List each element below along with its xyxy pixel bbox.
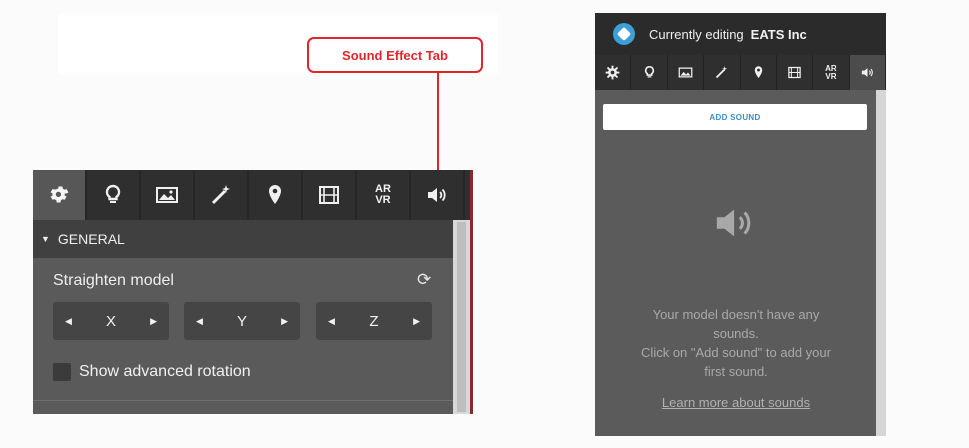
tab-ar-vr[interactable]: AR VR xyxy=(357,170,411,220)
general-section-title: GENERAL xyxy=(57,231,125,247)
ar-vr-icon: AR VR xyxy=(375,184,391,206)
left-editor-panel: AR VR ▼ GENERAL Straighten model ⟳ ◀ X ▶… xyxy=(33,170,473,414)
no-sounds-line-2: sounds. xyxy=(713,326,759,341)
caret-down-icon: ▼ xyxy=(41,234,50,244)
x-increase-arrow-icon[interactable]: ▶ xyxy=(150,316,157,327)
advanced-rotation-checkbox[interactable] xyxy=(53,363,71,381)
axis-y-label: Y xyxy=(236,312,247,330)
general-section-header[interactable]: ▼ GENERAL xyxy=(33,220,453,258)
speaker-icon xyxy=(428,188,446,202)
y-decrease-arrow-icon[interactable]: ◀ xyxy=(196,316,203,327)
sound-effect-tab-callout: Sound Effect Tab xyxy=(307,37,483,73)
film-icon xyxy=(319,186,339,204)
tab-animation[interactable] xyxy=(303,170,357,220)
no-sounds-message: Your model doesn't have any sounds. Clic… xyxy=(611,305,861,381)
axis-x-label: X xyxy=(105,312,116,330)
callout-pointer-line xyxy=(437,73,439,179)
tab-background[interactable] xyxy=(141,170,195,220)
axis-x-control: ◀ X ▶ xyxy=(53,302,169,340)
z-increase-arrow-icon[interactable]: ▶ xyxy=(413,316,420,327)
z-decrease-arrow-icon[interactable]: ◀ xyxy=(328,316,335,327)
lightbulb-icon xyxy=(644,66,654,78)
tab-sound[interactable] xyxy=(411,170,465,220)
tab-annotations[interactable] xyxy=(249,170,303,220)
editing-header: Currently editing EATS Inc xyxy=(595,13,886,55)
axis-y-control: ◀ Y ▶ xyxy=(184,302,300,340)
lightbulb-icon xyxy=(105,184,121,203)
magic-wand-icon xyxy=(211,185,230,205)
left-scrollbar[interactable] xyxy=(453,220,470,414)
x-decrease-arrow-icon[interactable]: ◀ xyxy=(65,316,72,327)
tab-lighting[interactable] xyxy=(631,55,668,90)
vr-label: VR xyxy=(825,71,837,81)
gear-icon xyxy=(50,186,69,203)
tab-sound[interactable] xyxy=(849,55,886,90)
no-sounds-line-1: Your model doesn't have any xyxy=(652,307,820,322)
tab-ar-vr[interactable]: AR VR xyxy=(813,55,850,90)
tab-animation[interactable] xyxy=(777,55,814,90)
gear-icon xyxy=(605,65,620,80)
tab-lighting[interactable] xyxy=(87,170,141,220)
no-sounds-line-4: first sound. xyxy=(704,364,768,379)
speaker-icon xyxy=(861,68,873,77)
image-icon xyxy=(678,67,693,78)
image-icon xyxy=(156,187,178,203)
map-pin-icon xyxy=(754,66,762,79)
right-editor-panel: Currently editing EATS Inc AR VR ADD SOU… xyxy=(595,13,886,436)
magic-wand-icon xyxy=(716,66,728,79)
refresh-icon[interactable]: ⟳ xyxy=(417,270,431,290)
speaker-icon xyxy=(716,209,751,237)
tab-post-processing[interactable] xyxy=(704,55,741,90)
no-sounds-line-3: Click on "Add sound" to add your xyxy=(641,345,831,360)
y-increase-arrow-icon[interactable]: ▶ xyxy=(281,316,288,327)
right-scrollbar[interactable] xyxy=(876,90,886,436)
axis-z-control: ◀ Z ▶ xyxy=(316,302,432,340)
company-name: EATS Inc xyxy=(750,26,807,42)
film-icon xyxy=(788,66,801,79)
currently-editing-label: Currently editing xyxy=(649,26,744,42)
tab-settings[interactable] xyxy=(595,55,632,90)
map-pin-icon xyxy=(269,185,281,204)
section-divider xyxy=(33,400,453,401)
right-tab-bar: AR VR xyxy=(595,55,886,90)
tab-annotations[interactable] xyxy=(741,55,777,90)
straighten-model-label: Straighten model xyxy=(53,272,174,289)
ar-vr-icon: AR VR xyxy=(825,64,837,81)
learn-more-sounds-link[interactable]: Learn more about sounds xyxy=(611,395,861,410)
left-scrollbar-thumb[interactable] xyxy=(457,222,466,412)
callout-label: Sound Effect Tab xyxy=(342,47,448,63)
panel-edge xyxy=(470,170,473,414)
left-tab-bar: AR VR xyxy=(33,170,470,220)
sketchfab-logo-icon xyxy=(613,23,635,45)
tab-background[interactable] xyxy=(668,55,705,90)
vr-label: VR xyxy=(375,194,391,206)
tab-settings[interactable] xyxy=(33,170,87,220)
advanced-rotation-label: Show advanced rotation xyxy=(79,363,251,380)
tab-post-processing[interactable] xyxy=(195,170,249,220)
add-sound-button[interactable]: ADD SOUND xyxy=(603,104,867,130)
axis-z-label: Z xyxy=(369,312,379,330)
